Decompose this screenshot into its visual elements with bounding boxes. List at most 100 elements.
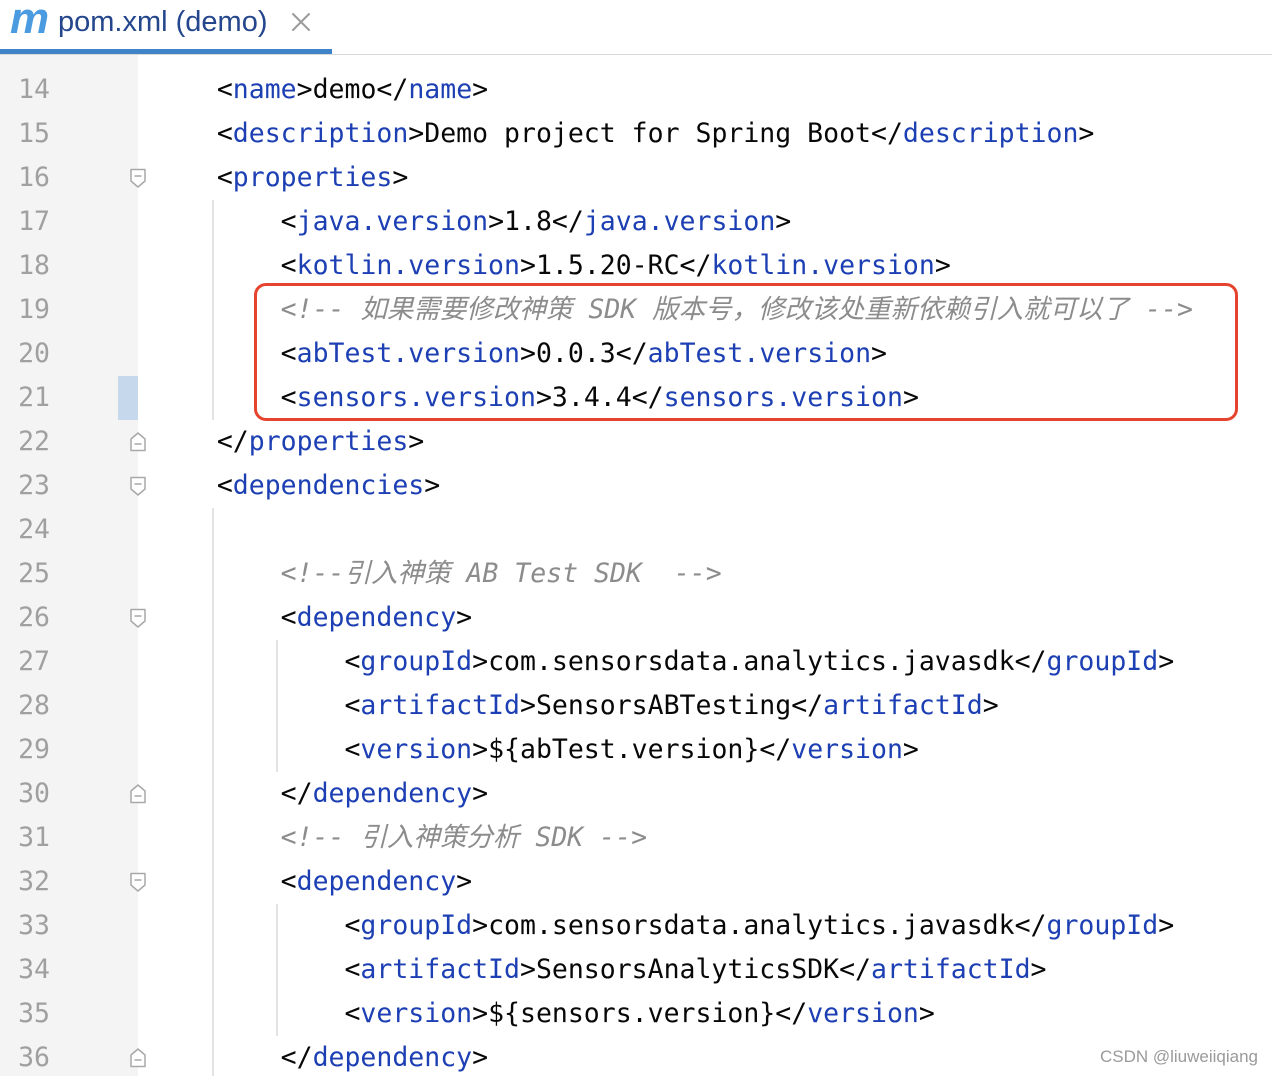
line-code: </properties> (153, 420, 1272, 464)
fold-close-icon[interactable] (129, 431, 147, 453)
xml-bracket: < (344, 734, 361, 765)
fold-close-icon[interactable] (129, 783, 147, 805)
line-code: <artifactId>SensorsAnalyticsSDK</artifac… (153, 948, 1272, 992)
xml-bracket: > (472, 778, 489, 809)
line-code: </dependency> (153, 772, 1272, 816)
line-number: 25 (18, 558, 50, 589)
code-line[interactable]: 22 </properties> (0, 420, 1272, 464)
line-number: 24 (18, 514, 50, 545)
line-code: <dependency> (153, 860, 1272, 904)
xml-bracket: </ (1014, 646, 1047, 677)
code-line[interactable]: 31 <!-- 引入神策分析 SDK --> (0, 816, 1272, 860)
xml-bracket: < (216, 470, 233, 501)
xml-bracket: </ (871, 118, 903, 149)
xml-tag-name: dependency (312, 778, 473, 809)
line-number: 29 (18, 734, 50, 765)
line-code: <dependencies> (153, 464, 1272, 508)
code-line[interactable]: 35 <version>${sensors.version}</version> (0, 992, 1272, 1036)
xml-tag-name: dependency (296, 602, 457, 633)
xml-tag-name: groupId (1046, 646, 1159, 677)
xml-bracket: </ (551, 206, 584, 237)
line-number: 17 (18, 206, 50, 237)
code-line[interactable]: 34 <artifactId>SensorsAnalyticsSDK</arti… (0, 948, 1272, 992)
xml-bracket: > (918, 998, 935, 1029)
xml-bracket: < (216, 162, 233, 193)
xml-comment: <!-- 引入神策分析 SDK --> (280, 822, 648, 853)
code-line[interactable]: 16 <properties> (0, 156, 1272, 200)
xml-comment: <!--引入神策 AB Test SDK --> (280, 558, 722, 589)
line-code: <java.version>1.8</java.version> (153, 200, 1272, 244)
line-code: <version>${abTest.version}</version> (153, 728, 1272, 772)
line-number: 23 (18, 470, 50, 501)
code-line[interactable]: 36 </dependency> (0, 1036, 1272, 1076)
xml-bracket: > (982, 690, 999, 721)
watermark: CSDN @liuweiiqiang (1099, 1047, 1258, 1066)
line-code: <groupId>com.sensorsdata.analytics.javas… (153, 904, 1272, 948)
fold-close-icon[interactable] (129, 1047, 147, 1069)
code-line[interactable]: 33 <groupId>com.sensorsdata.analytics.ja… (0, 904, 1272, 948)
code-line[interactable]: 29 <version>${abTest.version}</version> (0, 728, 1272, 772)
xml-tag-name: dependencies (232, 470, 425, 501)
xml-text-value: demo (312, 74, 377, 105)
code-line[interactable]: 26 <dependency> (0, 596, 1272, 640)
xml-bracket: </ (759, 734, 792, 765)
fold-open-icon[interactable] (129, 475, 147, 497)
xml-bracket: > (902, 734, 919, 765)
tab-pom-xml[interactable]: m pom.xml (demo) (0, 0, 332, 54)
xml-bracket: > (519, 954, 536, 985)
code-line[interactable]: 14 <name>demo</name> (0, 68, 1272, 112)
code-line[interactable]: 32 <dependency> (0, 860, 1272, 904)
xml-tag-name: properties (232, 162, 393, 193)
xml-text-value: com.sensorsdata.analytics.javasdk (488, 646, 1015, 677)
fold-open-icon[interactable] (129, 167, 147, 189)
active-tab-indicator (0, 49, 332, 54)
line-code: <properties> (153, 156, 1272, 200)
xml-tag-name: artifactId (360, 954, 520, 985)
line-number: 36 (18, 1042, 50, 1073)
code-line[interactable]: 18 <kotlin.version>1.5.20-RC</kotlin.ver… (0, 244, 1272, 288)
line-number: 15 (18, 118, 50, 149)
code-line[interactable]: 27 <groupId>com.sensorsdata.analytics.ja… (0, 640, 1272, 684)
line-number: 32 (18, 866, 50, 897)
xml-bracket: < (280, 206, 297, 237)
xml-bracket: > (1078, 118, 1095, 149)
code-line[interactable]: 23 <dependencies> (0, 464, 1272, 508)
line-code: <dependency> (153, 596, 1272, 640)
xml-bracket: > (472, 646, 489, 677)
line-code: <version>${sensors.version}</version> (153, 992, 1272, 1036)
close-icon-glyph (292, 13, 310, 31)
xml-bracket: </ (216, 426, 249, 457)
xml-bracket: > (456, 866, 473, 897)
code-line[interactable]: 28 <artifactId>SensorsABTesting</artifac… (0, 684, 1272, 728)
xml-bracket: > (519, 250, 536, 281)
changed-line-marker (118, 376, 138, 420)
fold-open-icon[interactable] (129, 871, 147, 893)
line-number: 28 (18, 690, 50, 721)
code-line[interactable]: 25 <!--引入神策 AB Test SDK --> (0, 552, 1272, 596)
line-number: 21 (18, 382, 50, 413)
code-line[interactable]: 15 <description>Demo project for Spring … (0, 112, 1272, 156)
code-line[interactable]: 24 (0, 508, 1272, 552)
editor-tab-bar: m pom.xml (demo) (0, 0, 1272, 55)
xml-tag-name: groupId (360, 910, 473, 941)
xml-tag-name: description (232, 118, 409, 149)
xml-bracket: </ (280, 778, 313, 809)
fold-open-icon[interactable] (129, 607, 147, 629)
xml-bracket: > (392, 162, 409, 193)
code-editor[interactable]: 14 <name>demo</name> 15 <description>Demo… (0, 55, 1272, 1076)
code-line[interactable]: 17 <java.version>1.8</java.version> (0, 200, 1272, 244)
xml-bracket: < (344, 646, 361, 677)
close-icon[interactable] (290, 11, 312, 33)
code-line[interactable]: 30 </dependency> (0, 772, 1272, 816)
xml-tag-name: groupId (1046, 910, 1159, 941)
line-code: < groupId >com.sensorsdata.analytics.javas… (153, 640, 1272, 684)
